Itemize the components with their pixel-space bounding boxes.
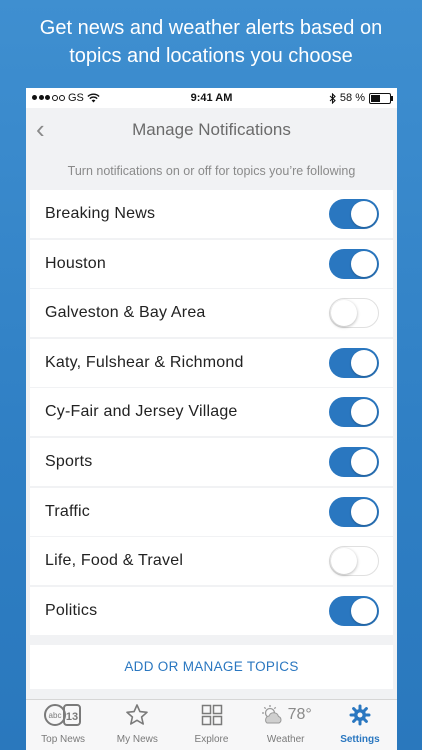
toggle-knob — [351, 399, 377, 426]
partly-sunny-icon — [261, 705, 282, 724]
tab-weather[interactable]: 78° Weather — [249, 700, 323, 750]
svg-text:abc: abc — [49, 711, 62, 720]
add-manage-topics-button[interactable]: ADD OR MANAGE TOPICS — [30, 644, 393, 689]
tab-settings[interactable]: Settings — [323, 700, 397, 750]
list-item: Katy, Fulshear & Richmond — [30, 338, 393, 387]
list-item: Sports — [30, 437, 393, 486]
bluetooth-icon — [329, 92, 336, 104]
tab-label: Top News — [41, 734, 86, 745]
instructions-text: Turn notifications on or off for topics … — [67, 164, 356, 178]
toggle-knob — [351, 349, 377, 376]
toggle-knob — [351, 498, 377, 525]
tab-label: My News — [116, 734, 158, 745]
topic-label: Breaking News — [45, 205, 156, 222]
tab-label: Weather — [266, 734, 305, 745]
star-icon — [126, 704, 149, 725]
notification-toggle[interactable] — [329, 496, 379, 527]
tab-bar: abc 13 Top News My News Explore 78° Weat… — [26, 699, 397, 750]
notification-toggle[interactable] — [329, 446, 379, 477]
phone-screen: GS 9:41 AM 58 % ‹ Manage Notifications T… — [26, 88, 397, 750]
toggle-knob — [351, 448, 377, 475]
list-item: Politics — [30, 586, 393, 635]
tab-explore[interactable]: Explore — [174, 700, 248, 750]
topic-label: Houston — [45, 254, 106, 272]
tab-label: Explore — [194, 734, 229, 745]
tab-label: Settings — [340, 734, 380, 745]
topic-label: Galveston & Bay Area — [45, 304, 206, 322]
topic-list: Breaking News Houston Galveston & Bay Area… — [30, 190, 393, 635]
topic-label: Traffic — [45, 502, 90, 520]
list-item: Life, Food & Travel — [30, 537, 393, 586]
promo-headline: Get news and weather alerts based on top… — [0, 14, 422, 70]
list-item: Traffic — [30, 487, 393, 536]
list-item: Breaking News — [30, 190, 393, 238]
notification-toggle[interactable] — [329, 199, 379, 229]
promo-line-1: Get news and weather alerts based on — [39, 17, 383, 39]
list-item: Houston — [30, 239, 393, 288]
page-title: Manage Notifications — [132, 120, 291, 139]
gear-icon — [349, 704, 371, 726]
notification-toggle[interactable] — [329, 298, 379, 329]
topic-label: Katy, Fulshear & Richmond — [45, 353, 244, 371]
tab-top-news[interactable]: abc 13 Top News — [26, 700, 100, 750]
notification-toggle[interactable] — [329, 546, 379, 577]
tab-my-news[interactable]: My News — [100, 700, 174, 750]
toggle-knob — [331, 548, 357, 575]
toggle-knob — [331, 300, 357, 327]
list-item: Cy-Fair and Jersey Village — [30, 388, 393, 437]
notification-toggle[interactable] — [329, 347, 379, 378]
nav-bar: ‹ Manage Notifications — [26, 108, 397, 152]
battery-icon — [369, 92, 393, 104]
toggle-knob — [351, 597, 377, 624]
notification-toggle[interactable] — [329, 248, 379, 279]
topic-label: Politics — [45, 601, 98, 619]
topic-label: Sports — [45, 452, 93, 470]
grid-icon — [201, 704, 222, 726]
toggle-knob — [351, 250, 377, 277]
topic-label: Life, Food & Travel — [45, 552, 184, 570]
svg-text:13: 13 — [66, 711, 78, 723]
promo-line-2: topics and locations you choose — [69, 45, 353, 67]
battery-percent: 58 % — [339, 92, 365, 104]
weather-temperature: 78° — [287, 706, 312, 723]
notification-toggle[interactable] — [329, 397, 379, 428]
topic-label: Cy-Fair and Jersey Village — [45, 403, 238, 421]
status-bar: GS 9:41 AM 58 % — [26, 88, 397, 108]
list-item: Galveston & Bay Area — [30, 289, 393, 338]
abc13-logo-icon: abc 13 — [44, 704, 82, 726]
notification-toggle[interactable] — [329, 595, 379, 626]
status-right: 58 % — [329, 92, 393, 104]
toggle-knob — [351, 201, 377, 227]
